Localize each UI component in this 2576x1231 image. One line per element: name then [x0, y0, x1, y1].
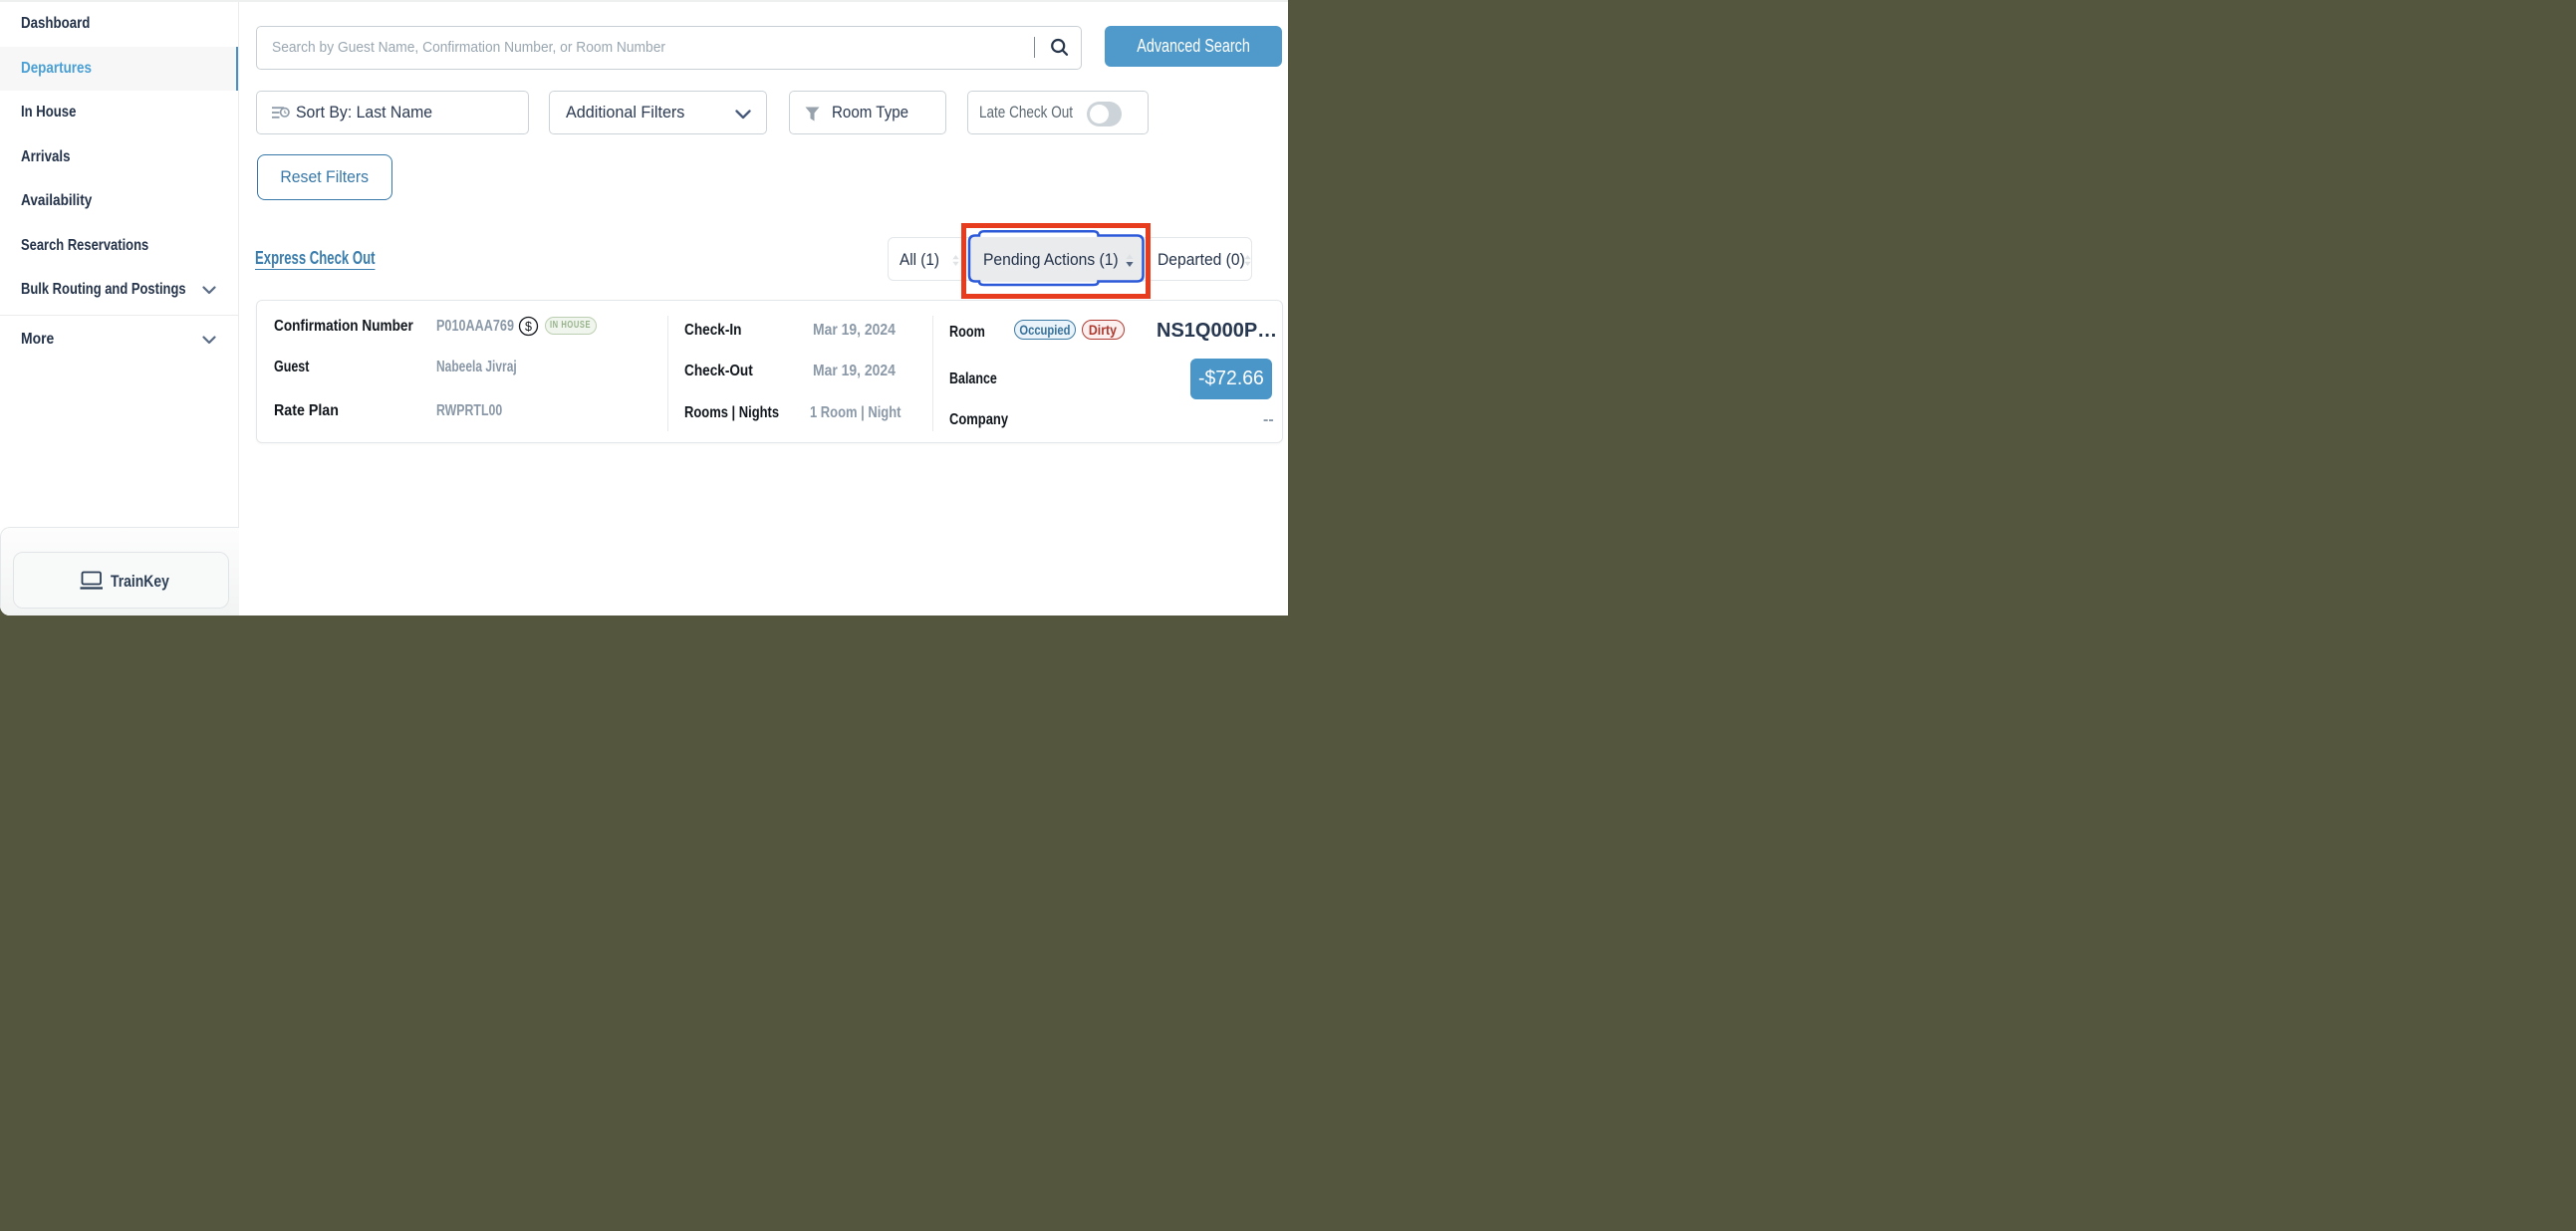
svg-text:$: $	[525, 320, 532, 334]
